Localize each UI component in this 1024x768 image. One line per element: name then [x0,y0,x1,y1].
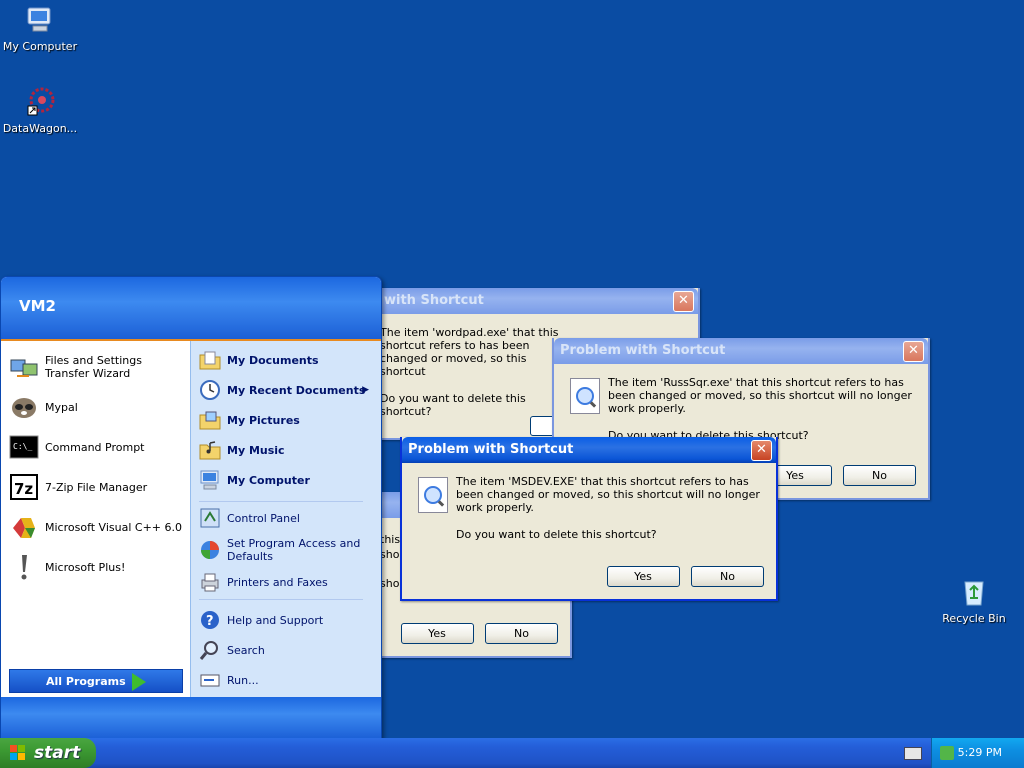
datawagon-icon [24,86,56,118]
my-computer-icon [199,469,221,491]
printers-icon [199,571,221,593]
start-menu-user: VM2 [1,277,381,341]
visual-cpp-icon [9,512,39,542]
shortcut-problem-icon [418,477,448,513]
start-item-mypal[interactable]: Mypal [9,389,187,425]
close-button[interactable]: ✕ [751,440,772,461]
dialog-title: Problem with Shortcut [560,343,726,358]
7zip-icon: 7z [9,472,39,502]
start-item-help[interactable]: ? Help and Support [199,607,377,633]
run-icon [199,669,221,691]
dialog-question: Do you want to delete this shortcut? [456,528,657,541]
dialog-titlebar: Problem with Shortcut ✕ [402,437,776,463]
desktop-icon-label: Recycle Bin [942,612,1006,625]
desktop-icon-label: DataWagon... [2,122,78,135]
desktop-icon-datawagon[interactable]: DataWagon... [0,86,80,135]
network-icon[interactable] [940,746,954,760]
recycle-bin-icon [958,576,990,608]
my-computer-icon [24,4,56,36]
svg-text:7z: 7z [14,480,33,498]
shortcut-problem-icon [570,378,600,414]
menu-separator [199,599,363,600]
desktop-icon-label: My Computer [2,40,78,53]
start-item-control-panel[interactable]: Control Panel [199,505,377,531]
start-item-my-music[interactable]: My Music [199,437,377,463]
control-panel-icon [199,507,221,529]
dialog-titlebar: Problem with Shortcut ✕ [554,338,928,364]
taskbar: start 5:29 PM [0,738,1024,768]
dialog-message: The item 'RussSqr.exe' that this shortcu… [608,376,912,415]
windows-flag-icon [10,745,26,761]
svg-text:C:\_: C:\_ [13,442,32,451]
microsoft-plus-icon [9,552,39,582]
yes-button[interactable]: Yes [400,623,474,644]
start-item-my-pictures[interactable]: My Pictures [199,407,377,433]
start-menu-footer [1,697,381,739]
dialog-title: Problem with Shortcut [408,442,574,457]
my-documents-icon [199,349,221,371]
start-item-7zip[interactable]: 7z 7-Zip File Manager [9,469,187,505]
start-menu-pinned: Files and Settings Transfer Wizard Mypal… [1,341,190,725]
start-item-run[interactable]: Run... [199,667,377,693]
green-arrow-icon [132,673,146,691]
close-button[interactable]: ✕ [903,341,924,362]
program-access-icon [199,539,221,561]
my-music-icon [199,439,221,461]
keyboard-icon[interactable] [904,747,922,760]
no-button[interactable]: No [485,623,558,644]
command-prompt-icon: C:\_ [9,432,39,462]
dialog-message: The item 'MSDEV.EXE' that this shortcut … [456,475,760,514]
mypal-icon [9,392,39,422]
start-item-printers[interactable]: Printers and Faxes [199,569,377,595]
my-pictures-icon [199,409,221,431]
start-item-my-computer[interactable]: My Computer [199,467,377,493]
chevron-right-icon: ▶ [362,385,369,395]
recent-documents-icon [199,379,221,401]
menu-separator [199,501,363,502]
start-menu: VM2 Files and Settings Transfer Wizard M… [0,276,382,740]
system-tray: 5:29 PM [931,738,1024,768]
all-programs-button[interactable]: All Programs [9,669,183,693]
start-menu-places: My Documents My Recent Documents ▶ My Pi… [190,341,381,697]
dialog-message: The item 'wordpad.exe' that this shortcu… [380,326,559,378]
start-item-visual-cpp[interactable]: Microsoft Visual C++ 6.0 [9,509,187,545]
desktop-icon-recycle-bin[interactable]: Recycle Bin [934,576,1014,625]
start-button[interactable]: start [0,738,96,768]
yes-button[interactable]: Yes [606,566,680,587]
dialog-title: with Shortcut [384,293,484,308]
start-item-recent-documents[interactable]: My Recent Documents ▶ [199,377,377,403]
no-button[interactable]: No [843,465,916,486]
start-item-transfer-wizard[interactable]: Files and Settings Transfer Wizard [9,349,187,385]
help-icon: ? [199,609,221,631]
svg-text:?: ? [206,614,214,629]
dialog-msdev[interactable]: Problem with Shortcut ✕ The item 'MSDEV.… [400,437,778,601]
start-item-program-access[interactable]: Set Program Access and Defaults [199,535,377,565]
start-item-command-prompt[interactable]: C:\_ Command Prompt [9,429,187,465]
start-item-microsoft-plus[interactable]: Microsoft Plus! [9,549,187,585]
dialog-question: Do you want to delete this shortcut? [380,392,526,418]
close-button[interactable]: ✕ [673,291,694,312]
desktop-icon-my-computer[interactable]: My Computer [0,4,80,53]
start-item-my-documents[interactable]: My Documents [199,347,377,373]
transfer-wizard-icon [9,352,39,382]
start-item-search[interactable]: Search [199,637,377,663]
no-button[interactable]: No [691,566,764,587]
search-icon [199,639,221,661]
clock[interactable]: 5:29 PM [958,738,1002,768]
